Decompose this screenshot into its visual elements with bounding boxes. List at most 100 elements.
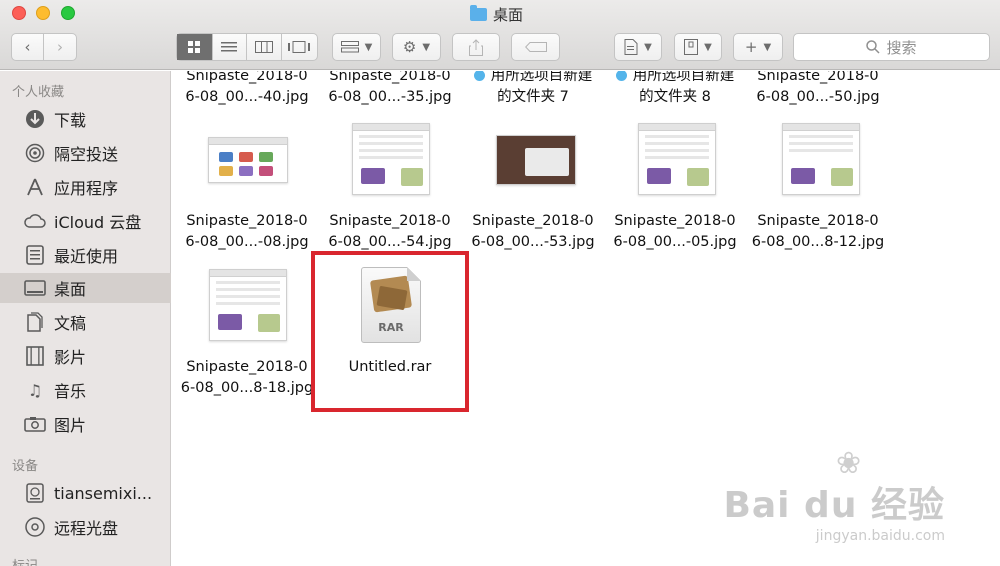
file-name-line2: 6-08_00...8-18.jpg: [180, 380, 314, 396]
chevron-down-icon: ▼: [763, 41, 772, 53]
file-name-line1: Snipaste_2018-0: [186, 71, 308, 84]
file-name-line2: 的文件夹 8: [639, 89, 711, 105]
sidebar-item-documents[interactable]: 文稿: [0, 307, 171, 337]
file-item[interactable]: Snipaste_2018-0 6-08_00...-53.jpg: [463, 211, 603, 253]
chevron-left-icon: ‹: [24, 38, 31, 56]
back-button[interactable]: ‹: [12, 34, 45, 60]
folder-item[interactable]: 用所选项目新建 的文件夹 8: [605, 71, 745, 108]
file-item[interactable]: Snipaste_2018-0 6-08_00...-40.jpg: [177, 71, 317, 108]
pictures-icon: [24, 413, 46, 435]
window-title-text: 桌面: [493, 5, 524, 24]
blue-tag-icon: [473, 71, 485, 81]
column-view-button[interactable]: [247, 34, 282, 60]
sidebar-item-label: 隔空投送: [54, 145, 119, 164]
sidebar-item-label: 桌面: [54, 280, 87, 299]
file-name-line2: 6-08_00...-40.jpg: [185, 89, 309, 105]
group-by-button[interactable]: ▼: [332, 33, 381, 61]
plus-icon: +: [744, 38, 758, 56]
archive-menu-button[interactable]: ▼: [674, 33, 722, 61]
add-button[interactable]: + ▼: [733, 33, 783, 61]
file-name-line2: 6-08_00...-35.jpg: [328, 89, 452, 105]
file-item[interactable]: Snipaste_2018-0 6-08_00...8-18.jpg: [177, 357, 317, 399]
image-thumbnail[interactable]: [782, 123, 860, 195]
nav-buttons: ‹ ›: [11, 33, 77, 61]
image-thumbnail[interactable]: [352, 123, 430, 195]
file-name-line1: Snipaste_2018-0: [329, 71, 451, 84]
sidebar-item-downloads[interactable]: 下载: [0, 104, 171, 134]
file-name-line1: Snipaste_2018-0: [757, 213, 879, 229]
sidebar-item-label: 应用程序: [54, 179, 119, 198]
file-name-line2: 6-08_00...8-12.jpg: [751, 234, 885, 250]
favorites-header: 个人收藏: [12, 85, 65, 100]
sidebar: 个人收藏 下载 隔空投送 应用程序 iCloud 云盘 最近使用 桌面 文稿 影…: [0, 71, 171, 566]
search-field[interactable]: 搜索: [793, 33, 990, 61]
search-icon: [866, 40, 881, 54]
download-icon: [24, 108, 46, 130]
group-icon: [340, 41, 359, 53]
devices-header: 设备: [12, 459, 39, 474]
chevron-down-icon: ▼: [644, 41, 652, 53]
file-item[interactable]: Snipaste_2018-0 6-08_00...-08.jpg: [177, 211, 317, 253]
file-item[interactable]: Snipaste_2018-0 6-08_00...-35.jpg: [320, 71, 460, 108]
file-grid: Snipaste_2018-0 6-08_00...-40.jpg Snipas…: [172, 71, 1000, 566]
file-name-line1: Snipaste_2018-0: [329, 213, 451, 229]
image-thumbnail[interactable]: [638, 123, 716, 195]
sidebar-item-desktop[interactable]: 桌面: [0, 273, 171, 303]
minimize-window-button[interactable]: [36, 6, 50, 20]
sidebar-item-disk[interactable]: tiansemixi...: [0, 478, 171, 508]
file-item[interactable]: Snipaste_2018-0 6-08_00...-54.jpg: [320, 211, 460, 253]
file-item[interactable]: Snipaste_2018-0 6-08_00...8-12.jpg: [748, 211, 888, 253]
sidebar-item-remote-disc[interactable]: 远程光盘: [0, 512, 171, 542]
music-icon: ♫: [27, 380, 43, 400]
watermark-url: jingyan.baidu.com: [815, 528, 945, 544]
sidebar-item-movies[interactable]: 影片: [0, 341, 171, 371]
columns-icon: [254, 41, 273, 53]
file-name-line2: 6-08_00...-05.jpg: [613, 234, 737, 250]
image-thumbnail[interactable]: [209, 269, 287, 341]
image-thumbnail[interactable]: [496, 135, 576, 185]
forward-button[interactable]: ›: [44, 34, 76, 60]
sidebar-item-applications[interactable]: 应用程序: [0, 172, 171, 202]
tag-button[interactable]: [511, 33, 560, 61]
sidebar-item-label: tiansemixi...: [54, 483, 153, 503]
desktop-icon: [24, 277, 46, 299]
archive-icon: [684, 39, 699, 55]
sidebar-item-music[interactable]: ♫ 音乐: [0, 375, 171, 405]
folder-item[interactable]: 用所选项目新建 的文件夹 7: [463, 71, 603, 108]
highlight-box: [311, 251, 469, 412]
file-item[interactable]: Snipaste_2018-0 6-08_00...-05.jpg: [605, 211, 745, 253]
folder-icon: [470, 4, 487, 21]
image-thumbnail[interactable]: [208, 137, 288, 183]
sidebar-item-pictures[interactable]: 图片: [0, 409, 171, 439]
file-item[interactable]: Snipaste_2018-0 6-08_00...-50.jpg: [748, 71, 888, 108]
documents-icon: [24, 311, 46, 333]
gear-icon: ⚙: [402, 38, 417, 56]
gallery-view-button[interactable]: [282, 34, 317, 60]
file-name-line2: 6-08_00...-08.jpg: [185, 234, 309, 250]
zoom-window-button[interactable]: [61, 6, 75, 20]
recents-icon: [24, 244, 46, 266]
file-name-line1: Snipaste_2018-0: [186, 213, 308, 229]
sidebar-item-label: 音乐: [54, 382, 87, 401]
gallery-icon: [288, 41, 311, 53]
file-name-line1: 用所选项目新建: [463, 71, 603, 87]
icon-view-button[interactable]: [177, 34, 213, 60]
search-placeholder: 搜索: [886, 38, 917, 57]
action-menu-button[interactable]: ⚙ ▼: [392, 33, 441, 61]
file-name-line1: Snipaste_2018-0: [186, 359, 308, 375]
watermark-brand: Bai du 经验: [723, 485, 945, 526]
tags-header: 标记: [12, 555, 38, 566]
sidebar-item-recents[interactable]: 最近使用: [0, 240, 171, 270]
new-document-button[interactable]: ▼: [614, 33, 662, 61]
sidebar-item-label: 最近使用: [54, 247, 119, 266]
sidebar-item-icloud[interactable]: iCloud 云盘: [0, 206, 171, 236]
file-name-line1: Snipaste_2018-0: [472, 213, 594, 229]
sidebar-item-airdrop[interactable]: 隔空投送: [0, 138, 171, 168]
watermark: Bai du 经验 jingyan.baidu.com: [723, 476, 945, 544]
share-button[interactable]: [452, 33, 500, 61]
close-window-button[interactable]: [12, 6, 26, 20]
sidebar-item-label: 下载: [54, 111, 87, 130]
list-view-button[interactable]: [213, 34, 248, 60]
grid-icon: [188, 41, 201, 53]
sidebar-item-label: 文稿: [54, 314, 87, 333]
